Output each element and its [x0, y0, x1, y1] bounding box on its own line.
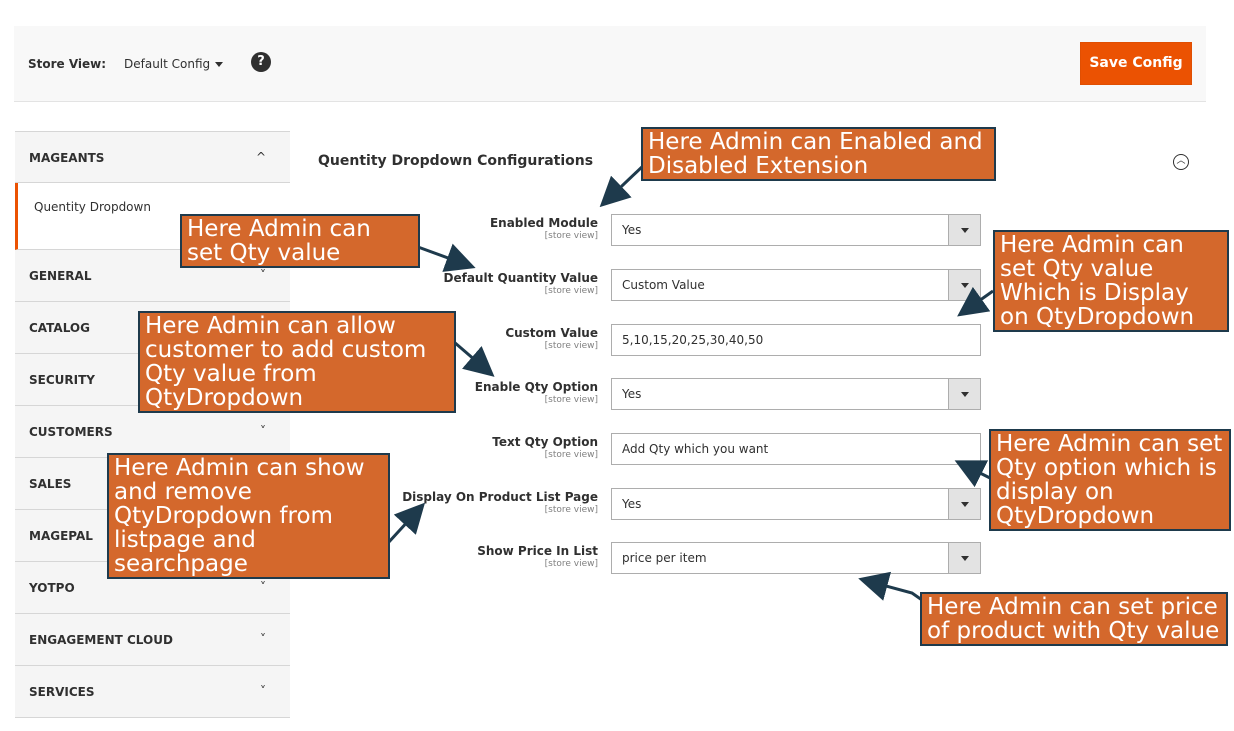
sidebar-group-label: SERVICES — [29, 685, 95, 699]
field-scope: [store view] — [544, 395, 598, 405]
field-label: Custom Value — [505, 326, 598, 340]
callout-custom-value: Here Admin can set Qty value Which is Di… — [993, 230, 1229, 332]
sidebar-group-engagement-cloud[interactable]: ENGAGEMENT CLOUD ˅ — [15, 614, 290, 666]
chevron-up-icon: ^ — [255, 150, 266, 164]
field-scope: [store view] — [544, 231, 598, 241]
callout-enabled-module: Here Admin can Enabled and Disabled Exte… — [641, 127, 996, 181]
sidebar-group-label: GENERAL — [29, 269, 92, 283]
field-scope: [store view] — [544, 559, 598, 569]
custom-value-input[interactable]: 5,10,15,20,25,30,40,50 — [611, 324, 981, 356]
caret-down-icon — [961, 228, 969, 233]
field-value: 5,10,15,20,25,30,40,50 — [622, 333, 764, 347]
store-view-switcher[interactable]: Default Config — [124, 57, 210, 71]
chevron-down-icon: ˅ — [260, 424, 266, 438]
field-label: Show Price In List — [477, 544, 598, 558]
field-value: price per item — [622, 551, 707, 565]
collapse-icon[interactable]: ︿ — [1173, 154, 1189, 170]
chevron-down-icon: ˅ — [260, 580, 266, 594]
callout-display-list: Here Admin can show and remove QtyDropdo… — [107, 453, 390, 579]
field-scope: [store view] — [544, 450, 598, 460]
config-row-display-on-list: Display On Product List Page [store view… — [300, 488, 990, 528]
field-value: Add Qty which you want — [622, 442, 769, 456]
field-value: Yes — [622, 223, 642, 237]
default-quantity-select[interactable]: Custom Value — [611, 269, 981, 301]
caret-down-icon — [961, 392, 969, 397]
field-label: Enabled Module — [489, 216, 598, 230]
field-label: Default Quantity Value — [443, 271, 598, 285]
text-qty-option-input[interactable]: Add Qty which you want — [611, 433, 981, 465]
select-toggle[interactable] — [948, 215, 980, 245]
sidebar-group-mageants[interactable]: MAGEANTS ^ — [15, 131, 290, 183]
arrow-enabled-module — [599, 163, 646, 208]
save-config-button[interactable]: Save Config — [1080, 42, 1192, 85]
sidebar-group-label: MAGEANTS — [29, 151, 105, 165]
field-scope: [store view] — [544, 505, 598, 515]
show-price-select[interactable]: price per item — [611, 542, 981, 574]
sidebar-group-label: SECURITY — [29, 373, 95, 387]
callout-default-qty: Here Admin can set Qty value — [180, 214, 420, 268]
chevron-down-icon: ˅ — [260, 632, 266, 646]
sidebar-group-label: CUSTOMERS — [29, 425, 113, 439]
field-label: Text Qty Option — [492, 435, 598, 449]
caret-down-icon[interactable] — [215, 62, 223, 67]
help-icon[interactable]: ? — [251, 52, 271, 72]
select-toggle[interactable] — [948, 270, 980, 300]
caret-down-icon — [961, 283, 969, 288]
caret-down-icon — [961, 502, 969, 507]
field-value: Yes — [622, 387, 642, 401]
field-label: Display On Product List Page — [402, 490, 598, 504]
enable-qty-option-select[interactable]: Yes — [611, 378, 981, 410]
caret-down-icon — [961, 556, 969, 561]
config-row-default-quantity: Default Quantity Value [store view] Cust… — [300, 269, 990, 309]
store-view-bar: Store View: Default Config ? Save Config — [14, 26, 1206, 102]
callout-show-price: Here Admin can set price of product with… — [920, 592, 1228, 646]
section-title[interactable]: Quentity Dropdown Configurations — [318, 153, 593, 169]
select-toggle[interactable] — [948, 489, 980, 519]
field-scope: [store view] — [544, 341, 598, 351]
chevron-down-icon: ˅ — [260, 684, 266, 698]
config-row-show-price: Show Price In List [store view] price pe… — [300, 542, 990, 582]
arrow-show-price — [858, 571, 923, 602]
sidebar-group-label: ENGAGEMENT CLOUD — [29, 633, 173, 647]
chevron-down-icon: ˅ — [260, 268, 266, 282]
callout-text-qty: Here Admin can set Qty option which is d… — [989, 429, 1231, 531]
field-value: Yes — [622, 497, 642, 511]
field-label: Enable Qty Option — [474, 380, 598, 394]
sidebar-group-label: YOTPO — [29, 581, 75, 595]
sidebar-group-services[interactable]: SERVICES ˅ — [15, 666, 290, 718]
config-row-text-qty-option: Text Qty Option [store view] Add Qty whi… — [300, 433, 990, 473]
select-toggle[interactable] — [948, 379, 980, 409]
field-value: Custom Value — [622, 278, 705, 292]
field-scope: [store view] — [544, 286, 598, 296]
store-view-label: Store View: — [28, 57, 107, 71]
sidebar-group-customers[interactable]: CUSTOMERS ˅ — [15, 406, 290, 458]
sidebar-group-label: CATALOG — [29, 321, 90, 335]
select-toggle[interactable] — [948, 543, 980, 573]
sidebar-group-label: MAGEPAL — [29, 529, 93, 543]
display-on-list-select[interactable]: Yes — [611, 488, 981, 520]
sidebar-item-label: Quentity Dropdown — [34, 200, 151, 214]
sidebar-group-label: SALES — [29, 477, 72, 491]
enabled-module-select[interactable]: Yes — [611, 214, 981, 246]
callout-custom-option: Here Admin can allow customer to add cus… — [138, 311, 456, 413]
